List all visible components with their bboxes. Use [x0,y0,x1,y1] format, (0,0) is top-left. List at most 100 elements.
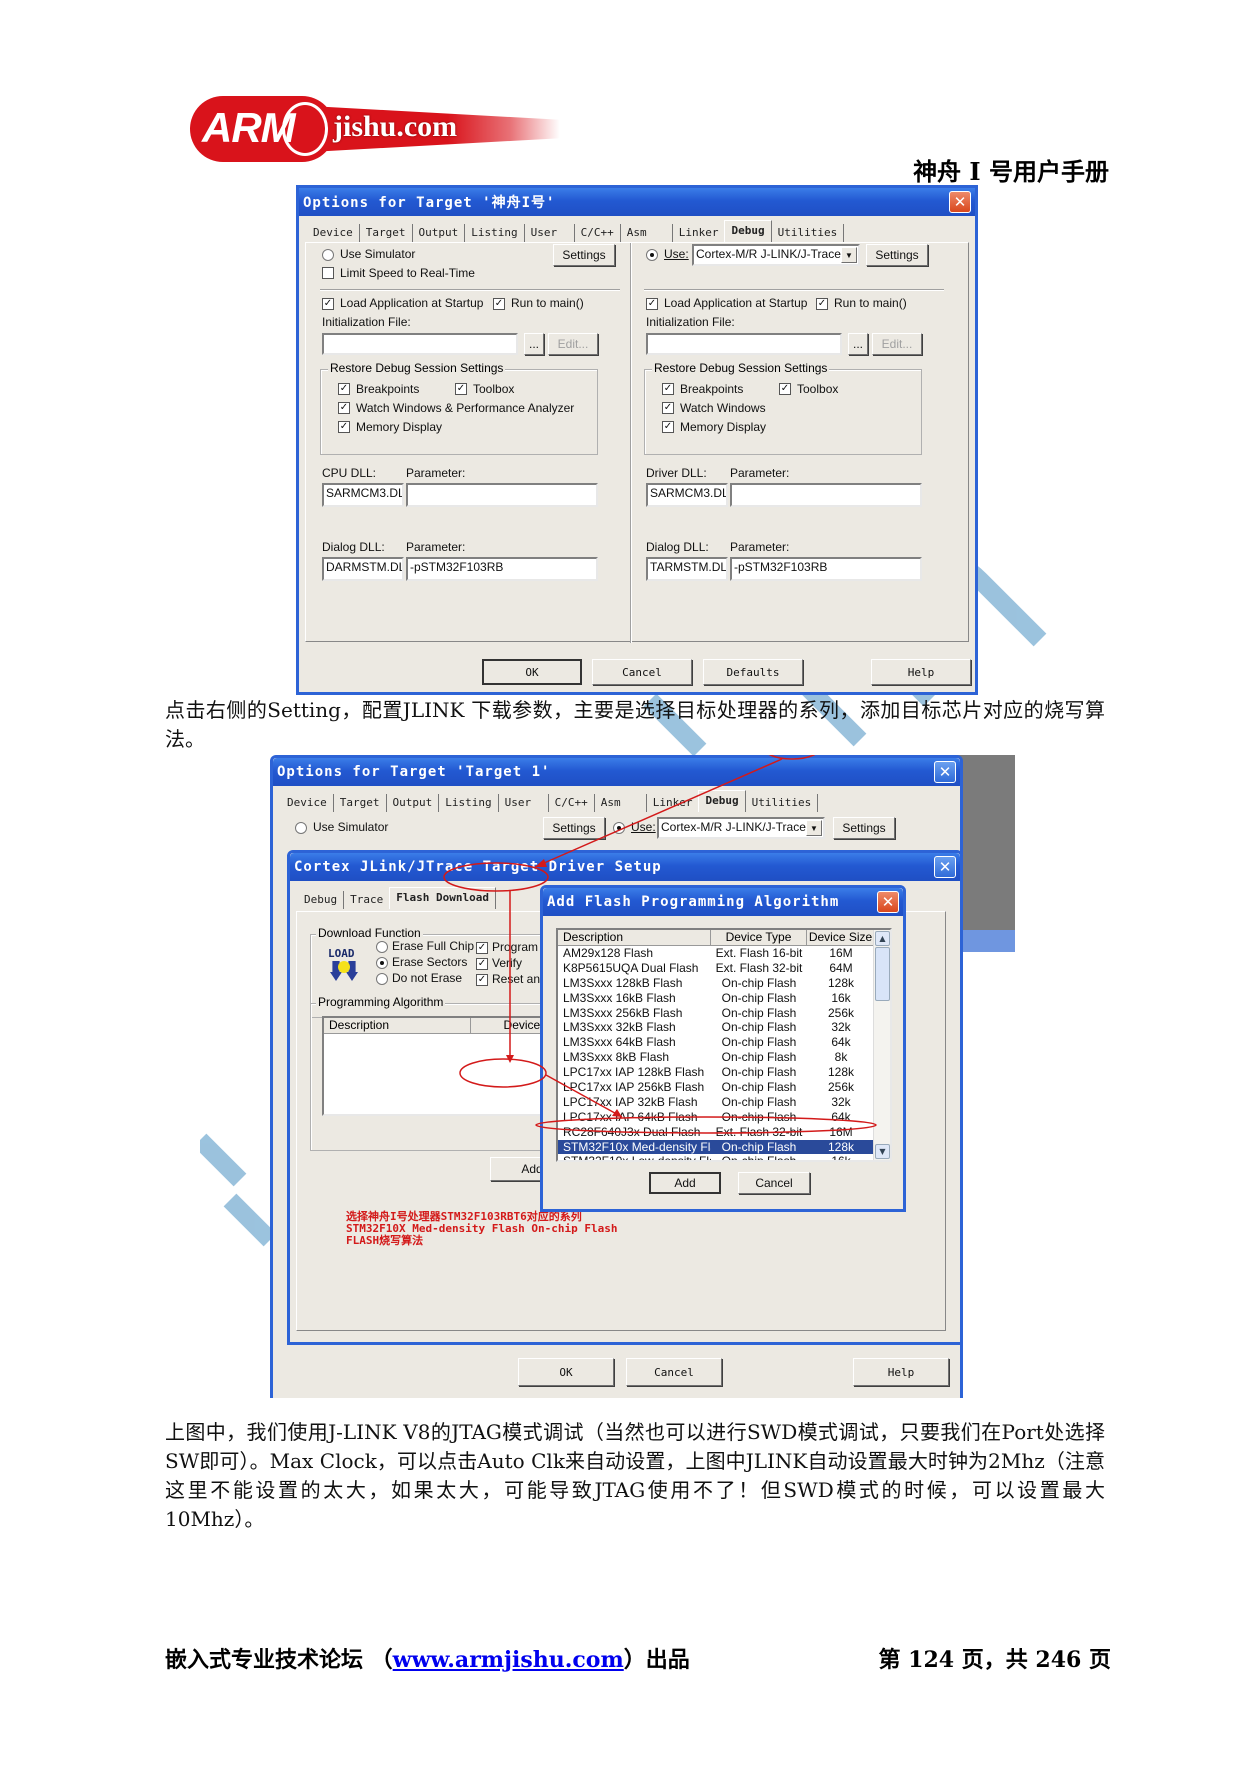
list-item[interactable]: LM3Sxxx 8kB Flash On-chip Flash 8k [558,1050,875,1065]
toolbox-checkbox-right[interactable]: ✓ [779,383,791,395]
debugger-select[interactable]: Cortex-M/R J-LINK/J-Trace ▼ [692,244,860,266]
use-debugger-radio[interactable] [613,822,625,834]
tab-trace[interactable]: Trace [344,891,389,909]
use-simulator-radio[interactable] [295,822,307,834]
init-file-edit-button-right[interactable]: Edit... [872,333,922,355]
tab-debug[interactable]: Debug [298,891,345,909]
debugger-settings-button[interactable]: Settings [866,244,928,266]
tab-asm[interactable]: Asm [621,224,673,242]
close-icon[interactable]: ✕ [934,761,956,783]
tab-target[interactable]: Target [360,224,413,242]
scroll-thumb[interactable] [875,947,890,1001]
tab-device[interactable]: Device [307,224,360,242]
do-not-erase-radio[interactable] [376,973,388,985]
verify-checkbox[interactable]: ✓ [476,958,488,970]
tab-flash-download[interactable]: Flash Download [389,887,496,909]
dialog-param-field[interactable]: -pSTM32F103RB [406,557,598,581]
list-item[interactable]: RC28F640J3x Dual Flash Ext. Flash 32-bit 1… [558,1125,875,1140]
tab-output[interactable]: Output [387,794,440,812]
list-item[interactable]: AM29x128 Flash Ext. Flash 16-bit 16M [558,946,875,961]
tab-cc[interactable]: C/C++ [575,224,621,242]
close-icon[interactable]: ✕ [949,191,971,213]
toolbox-checkbox[interactable]: ✓ [455,383,467,395]
load-app-checkbox[interactable]: ✓ [322,298,334,310]
help-button[interactable]: Help [853,1358,949,1386]
cancel-button[interactable]: Cancel [626,1358,722,1386]
driver-setup-titlebar[interactable]: Cortex JLink/JTrace Target Driver Setup … [290,853,960,881]
cancel-button[interactable]: Cancel [592,659,692,685]
init-file-browse-button[interactable]: ... [524,333,544,355]
init-file-edit-button[interactable]: Edit... [548,333,598,355]
tab-linker[interactable]: Linker [647,794,699,812]
breakpoints-checkbox-right[interactable]: ✓ [662,383,674,395]
load-app-checkbox-right[interactable]: ✓ [646,298,658,310]
debugger-select[interactable]: Cortex-M/R J-LINK/J-Trace ▼ [657,817,825,839]
use-debugger-radio[interactable] [646,249,658,261]
driver-dll-field[interactable]: SARMCM3.DLL [646,483,728,507]
watch-windows-checkbox-right[interactable]: ✓ [662,402,674,414]
run-to-main-checkbox[interactable]: ✓ [493,298,505,310]
tab-debug[interactable]: Debug [724,220,772,242]
list-item[interactable]: K8P5615UQA Dual Flash Ext. Flash 32-bit 64… [558,961,875,976]
list-item[interactable]: LM3Sxxx 16kB Flash On-chip Flash 16k [558,991,875,1006]
tab-device[interactable]: Device [281,794,334,812]
tab-asm[interactable]: Asm [595,794,647,812]
close-icon[interactable]: ✕ [934,856,956,878]
use-simulator-radio[interactable] [322,249,334,261]
debugger-settings-button[interactable]: Settings [833,817,895,839]
program-checkbox[interactable]: ✓ [476,942,488,954]
tab-cc[interactable]: C/C++ [549,794,595,812]
memory-display-checkbox[interactable]: ✓ [338,421,350,433]
dialog-dll-field-right[interactable]: TARMSTM.DLL [646,557,728,581]
erase-sectors-radio[interactable] [376,957,388,969]
tab-linker[interactable]: Linker [673,224,725,242]
dialog-dll-field[interactable]: DARMSTM.DLL [322,557,404,581]
init-file-input-right[interactable] [646,333,842,355]
tab-utilities[interactable]: Utilities [772,224,845,242]
reset-and-run-checkbox[interactable]: ✓ [476,974,488,986]
driver-param-field[interactable] [730,483,922,507]
ok-button[interactable]: OK [482,659,582,685]
add-flash-titlebar[interactable]: Add Flash Programming Algorithm ✕ [543,888,903,916]
tab-user[interactable]: User [525,224,575,242]
defaults-button[interactable]: Defaults [703,659,803,685]
init-file-input[interactable] [322,333,518,355]
cpu-dll-field[interactable]: SARMCM3.DLL [322,483,404,507]
tab-target[interactable]: Target [334,794,387,812]
add-button[interactable]: Add [649,1172,721,1194]
limit-speed-checkbox[interactable] [322,267,334,279]
scroll-down-icon[interactable]: ▼ [875,1144,890,1159]
list-item[interactable]: STM32F10x Med-density Flash On-chip Flash… [558,1139,875,1155]
list-item[interactable]: STM32F10x Low-density Flash On-chip Flash… [558,1154,875,1160]
list-item[interactable]: LM3Sxxx 32kB Flash On-chip Flash 32k [558,1020,875,1035]
tab-debug[interactable]: Debug [698,790,746,812]
tab-user[interactable]: User [499,794,549,812]
options-dialog-1-titlebar[interactable]: Options for Target '神舟I号' ✕ [299,188,975,216]
column-device-size[interactable]: Device Size [807,930,875,945]
list-item[interactable]: LPC17xx IAP 256kB Flash On-chip Flash 256k [558,1080,875,1095]
column-device-type[interactable]: Device Type [711,930,807,945]
breakpoints-checkbox[interactable]: ✓ [338,383,350,395]
list-item[interactable]: LM3Sxxx 128kB Flash On-chip Flash 128k [558,976,875,991]
flash-algorithm-list[interactable]: Description Device Type Device Size AM29… [556,928,892,1162]
list-item[interactable]: LPC17xx IAP 32kB Flash On-chip Flash 32k [558,1095,875,1110]
options-dialog-2-titlebar[interactable]: Options for Target 'Target 1' ✕ [273,758,960,786]
simulator-settings-button[interactable]: Settings [553,244,615,266]
list-item[interactable]: LM3Sxxx 256kB Flash On-chip Flash 256k [558,1006,875,1021]
help-button[interactable]: Help [871,659,971,685]
list-scrollbar[interactable]: ▲ ▼ [873,930,890,1160]
list-item[interactable]: LPC17xx IAP 128kB Flash On-chip Flash 128k [558,1065,875,1080]
tab-output[interactable]: Output [413,224,466,242]
erase-full-chip-radio[interactable] [376,941,388,953]
memory-display-checkbox-right[interactable]: ✓ [662,421,674,433]
tab-utilities[interactable]: Utilities [746,794,819,812]
run-to-main-checkbox-right[interactable]: ✓ [816,298,828,310]
chevron-down-icon[interactable]: ▼ [806,820,822,836]
column-description[interactable]: Description [324,1018,471,1033]
watch-windows-checkbox[interactable]: ✓ [338,402,350,414]
tab-listing[interactable]: Listing [439,794,499,812]
list-item[interactable]: LM3Sxxx 64kB Flash On-chip Flash 64k [558,1035,875,1050]
init-file-browse-button-right[interactable]: ... [848,333,868,355]
simulator-settings-button[interactable]: Settings [543,817,605,839]
tab-listing[interactable]: Listing [465,224,525,242]
